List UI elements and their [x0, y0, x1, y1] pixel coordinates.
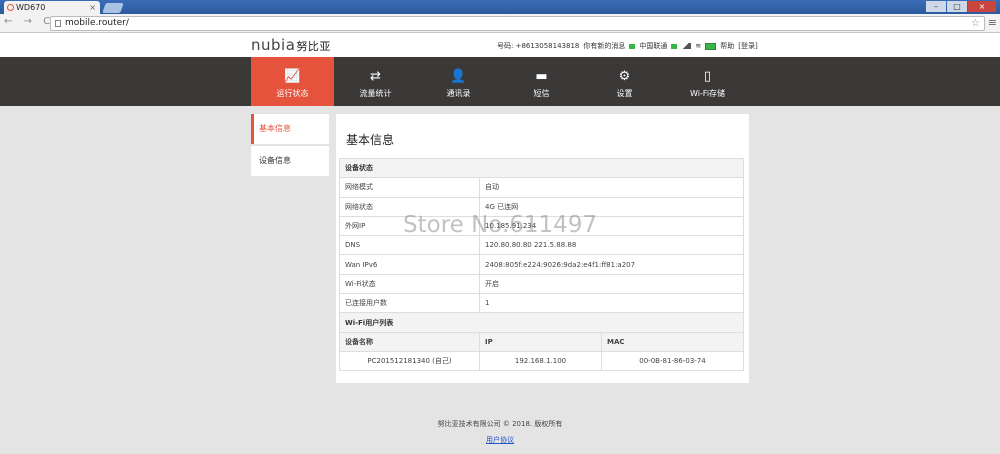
row-value: 开启 — [479, 273, 744, 295]
nav-contacts[interactable]: 👤 通讯录 — [417, 57, 500, 106]
table-header-row: 设备名称 IP MAC — [339, 331, 744, 352]
table-row: Wan IPv6 2408:805f:e224:9026:9da2:e4f1:ff… — [339, 254, 744, 275]
row-value: 120.80.80.80 221.5.88.88 — [479, 235, 744, 256]
row-key: DNS — [339, 235, 480, 256]
new-tab-button[interactable] — [102, 3, 124, 13]
table-row: 网络状态 4G 已连网 — [339, 196, 744, 217]
copyright-text: 努比亚技术有限公司 © 2018. 版权所有 — [437, 420, 563, 428]
nav-label: 流量统计 — [359, 89, 392, 98]
section-label: Wi-Fi用户列表 — [339, 312, 744, 333]
browser-titlebar: WD670 × – □ × — [0, 0, 1000, 14]
favicon-icon — [7, 4, 14, 11]
table-row: Wi-Fi状态 开启 — [339, 273, 744, 295]
nav-label: 设置 — [616, 89, 633, 98]
maximize-button[interactable]: □ — [947, 1, 967, 12]
row-key: 外网IP — [339, 215, 480, 237]
help-link[interactable]: 帮助 — [720, 41, 734, 51]
row-key: 已连接用户数 — [339, 293, 480, 314]
device-mac: 00-0B-81-86-03-74 — [601, 350, 744, 372]
browser-tab[interactable]: WD670 × — [4, 1, 100, 14]
nav-label: 短信 — [533, 89, 550, 98]
nav-wifi-storage[interactable]: ▯ Wi-Fi存储 — [666, 57, 749, 106]
url-text: mobile.router/ — [65, 18, 129, 28]
phone-number: 号码: +8613058143818 — [497, 42, 580, 50]
minimize-button[interactable]: – — [926, 1, 946, 12]
nav-status[interactable]: 📈 运行状态 — [251, 57, 334, 106]
row-key: Wan IPv6 — [339, 254, 480, 275]
gear-icon: ⚙ — [618, 69, 631, 84]
data-transfer-icon — [671, 43, 678, 49]
logo-text: nubia — [251, 36, 296, 54]
row-value: 4G 已连网 — [479, 196, 744, 217]
table-row: PC201512181340 (自己) 192.168.1.100 00-0B-… — [339, 350, 744, 372]
table-row: 已连接用户数 1 — [339, 293, 744, 314]
browser-nav-icons[interactable]: ← → C — [4, 16, 54, 27]
battery-icon — [705, 42, 717, 50]
table-section-header: Wi-Fi用户列表 — [339, 312, 744, 333]
message-notice[interactable]: 你有新的消息 — [583, 41, 625, 51]
tab-close-icon[interactable]: × — [89, 1, 96, 14]
row-value: 1 — [479, 293, 744, 314]
nav-label: 通讯录 — [446, 89, 471, 98]
tab-title: WD670 — [16, 3, 46, 12]
row-key: Wi-Fi状态 — [339, 273, 480, 295]
page-header: nubia努比亚 号码: +8613058143818 你有新的消息 中国联通 … — [0, 33, 1000, 57]
login-link[interactable]: [登录] — [738, 41, 757, 51]
logo-cn: 努比亚 — [296, 40, 331, 53]
chart-icon: 📈 — [284, 69, 301, 84]
device-name: PC201512181340 (自己) — [339, 350, 480, 372]
col-header: MAC — [601, 331, 744, 352]
sidebar-item-label: 设备信息 — [259, 156, 291, 165]
url-input[interactable]: mobile.router/ ☆ — [50, 16, 985, 31]
table-row: 网络模式 自动 — [339, 177, 744, 198]
table-row: 外网IP 10.185.91.234 — [339, 215, 744, 237]
message-icon: ▬ — [535, 69, 548, 84]
info-table: 设备状态 网络模式 自动 网络状态 4G 已连网 外网IP 10.185.91.234… — [339, 157, 744, 372]
message-icon — [629, 43, 636, 49]
col-header: 设备名称 — [339, 331, 480, 352]
row-value: 10.185.91.234 — [479, 215, 744, 237]
nav-traffic[interactable]: ⇄ 流量统计 — [334, 57, 417, 106]
contact-icon: 👤 — [450, 69, 467, 84]
storage-icon: ▯ — [703, 69, 712, 84]
nav-sms[interactable]: ▬ 短信 — [500, 57, 583, 106]
nubia-logo: nubia努比亚 — [251, 36, 331, 54]
main-nav: 📈 运行状态 ⇄ 流量统计 👤 通讯录 ▬ 短信 ⚙ 设置 ▯ Wi-Fi存储 — [0, 57, 1000, 106]
window-controls: – □ × — [926, 1, 996, 12]
section-label: 设备状态 — [339, 157, 744, 179]
row-value: 2408:805f:e224:9026:9da2:e4f1:ff81:a207 — [479, 254, 744, 275]
browser-menu-icon[interactable]: ≡ — [988, 16, 997, 29]
status-bar: 号码: +8613058143818 你有新的消息 中国联通 ≋ 帮助 [登录] — [497, 41, 758, 51]
nav-label: Wi-Fi存储 — [689, 89, 726, 98]
footer-links: 用户协议 — [0, 435, 1000, 445]
address-bar: ← → C mobile.router/ ☆ ≡ — [0, 14, 1000, 33]
nav-settings[interactable]: ⚙ 设置 — [583, 57, 666, 106]
sidebar-item-label: 基本信息 — [259, 124, 291, 133]
table-section-header: 设备状态 — [339, 157, 744, 179]
device-ip: 192.168.1.100 — [479, 350, 602, 372]
user-agreement-link[interactable]: 用户协议 — [486, 436, 514, 444]
carrier-name: 中国联通 — [639, 42, 668, 50]
sidebar-item-device-info[interactable]: 设备信息 — [251, 146, 329, 176]
wifi-status-icon: ≋ — [695, 42, 702, 50]
page-title: 基本信息 — [346, 133, 395, 147]
row-key: 网络模式 — [339, 177, 480, 198]
page-icon — [55, 20, 61, 27]
signal-strength-icon — [681, 43, 692, 49]
bookmark-star-icon[interactable]: ☆ — [971, 17, 980, 30]
transfer-icon: ⇄ — [370, 69, 381, 84]
basic-info-panel: 基本信息 设备状态 网络模式 自动 网络状态 4G 已连网 外网IP 10.185.9… — [336, 114, 749, 383]
nav-label: 运行状态 — [276, 89, 309, 98]
sidebar-item-basic-info[interactable]: 基本信息 — [251, 114, 329, 144]
row-value: 自动 — [479, 177, 744, 198]
col-header: IP — [479, 331, 602, 352]
window-close-button[interactable]: × — [968, 1, 996, 12]
row-key: 网络状态 — [339, 196, 480, 217]
table-row: DNS 120.80.80.80 221.5.88.88 — [339, 235, 744, 256]
